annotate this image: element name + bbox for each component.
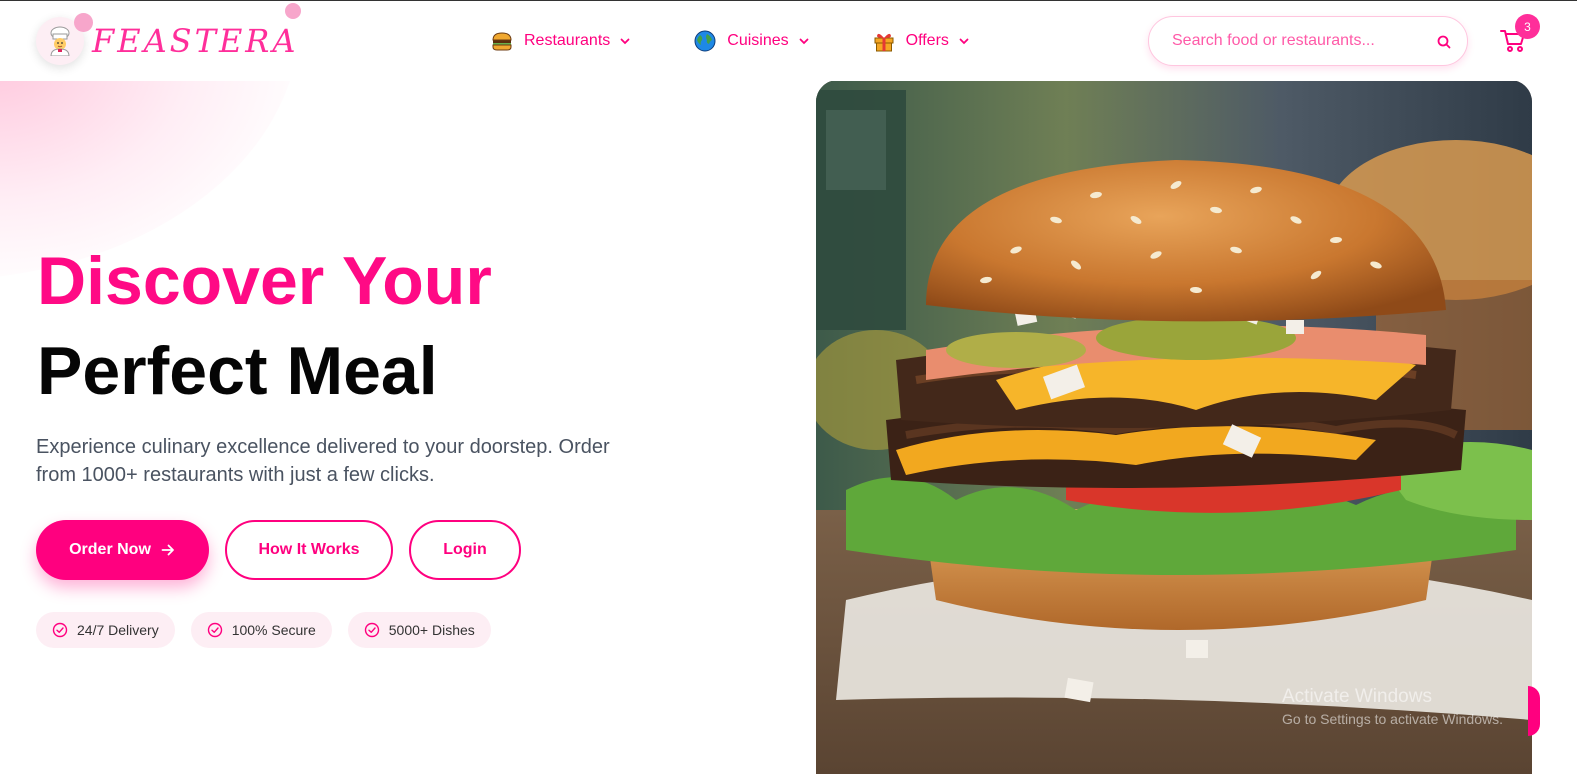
chevron-down-icon	[799, 38, 809, 45]
main-nav: Restaurants Cuisines Offers	[491, 27, 970, 55]
floating-side-tab[interactable]	[1528, 686, 1540, 736]
burger-icon	[491, 30, 513, 52]
order-now-button[interactable]: Order Now	[36, 520, 209, 580]
hero-headline: Discover Your Perfect Meal	[37, 236, 492, 416]
watermark-line2: Go to Settings to activate Windows.	[1282, 711, 1503, 727]
nav-label: Restaurants	[524, 32, 611, 49]
order-now-label: Order Now	[69, 541, 151, 558]
navbar: FEASTERA Restaurants Cuisines Offers Sea…	[0, 1, 1577, 81]
logo-decoration-dot	[285, 3, 301, 19]
hero-actions: Order Now How It Works Login	[36, 520, 521, 580]
brand-name: FEASTERA	[92, 22, 299, 60]
feature-badge: 5000+ Dishes	[347, 612, 491, 648]
nav-offers[interactable]: Offers	[873, 27, 970, 55]
hero-title-line1: Discover Your	[37, 243, 492, 319]
windows-activation-watermark: Activate Windows Go to Settings to activ…	[1282, 686, 1503, 727]
feature-badge: 100% Secure	[190, 612, 332, 648]
login-button[interactable]: Login	[409, 520, 521, 580]
search-box	[1148, 16, 1468, 66]
nav-label: Offers	[905, 32, 949, 49]
check-circle-icon	[364, 622, 379, 638]
hero-subtitle: Experience culinary excellence delivered…	[36, 436, 610, 486]
hero-title-line2: Perfect Meal	[37, 333, 438, 409]
nav-restaurants[interactable]: Restaurants	[491, 27, 631, 55]
search-icon[interactable]	[1436, 34, 1452, 50]
check-circle-icon	[52, 622, 68, 638]
feature-label: 100% Secure	[231, 622, 316, 638]
check-circle-icon	[207, 622, 222, 638]
nav-label: Cuisines	[727, 32, 789, 49]
globe-icon	[694, 30, 716, 52]
chevron-down-icon	[959, 38, 969, 45]
feature-badges: 24/7 Delivery 100% Secure 5000+ Dishes	[36, 612, 507, 648]
hero-burger-image	[816, 80, 1532, 774]
search-input[interactable]	[1172, 30, 1422, 52]
watermark-line1: Activate Windows	[1282, 686, 1432, 707]
how-it-works-button[interactable]: How It Works	[225, 520, 393, 580]
feature-badge: 24/7 Delivery	[36, 612, 175, 648]
arrow-right-icon	[161, 544, 174, 556]
nav-cuisines[interactable]: Cuisines	[694, 27, 809, 55]
logo-decoration-dot	[74, 13, 93, 32]
cart-count-badge: 3	[1515, 14, 1540, 39]
chevron-down-icon	[620, 38, 630, 45]
feature-label: 24/7 Delivery	[77, 622, 159, 638]
brand-logo[interactable]: FEASTERA	[36, 13, 299, 67]
feature-label: 5000+ Dishes	[388, 622, 475, 638]
gift-icon	[873, 30, 895, 52]
